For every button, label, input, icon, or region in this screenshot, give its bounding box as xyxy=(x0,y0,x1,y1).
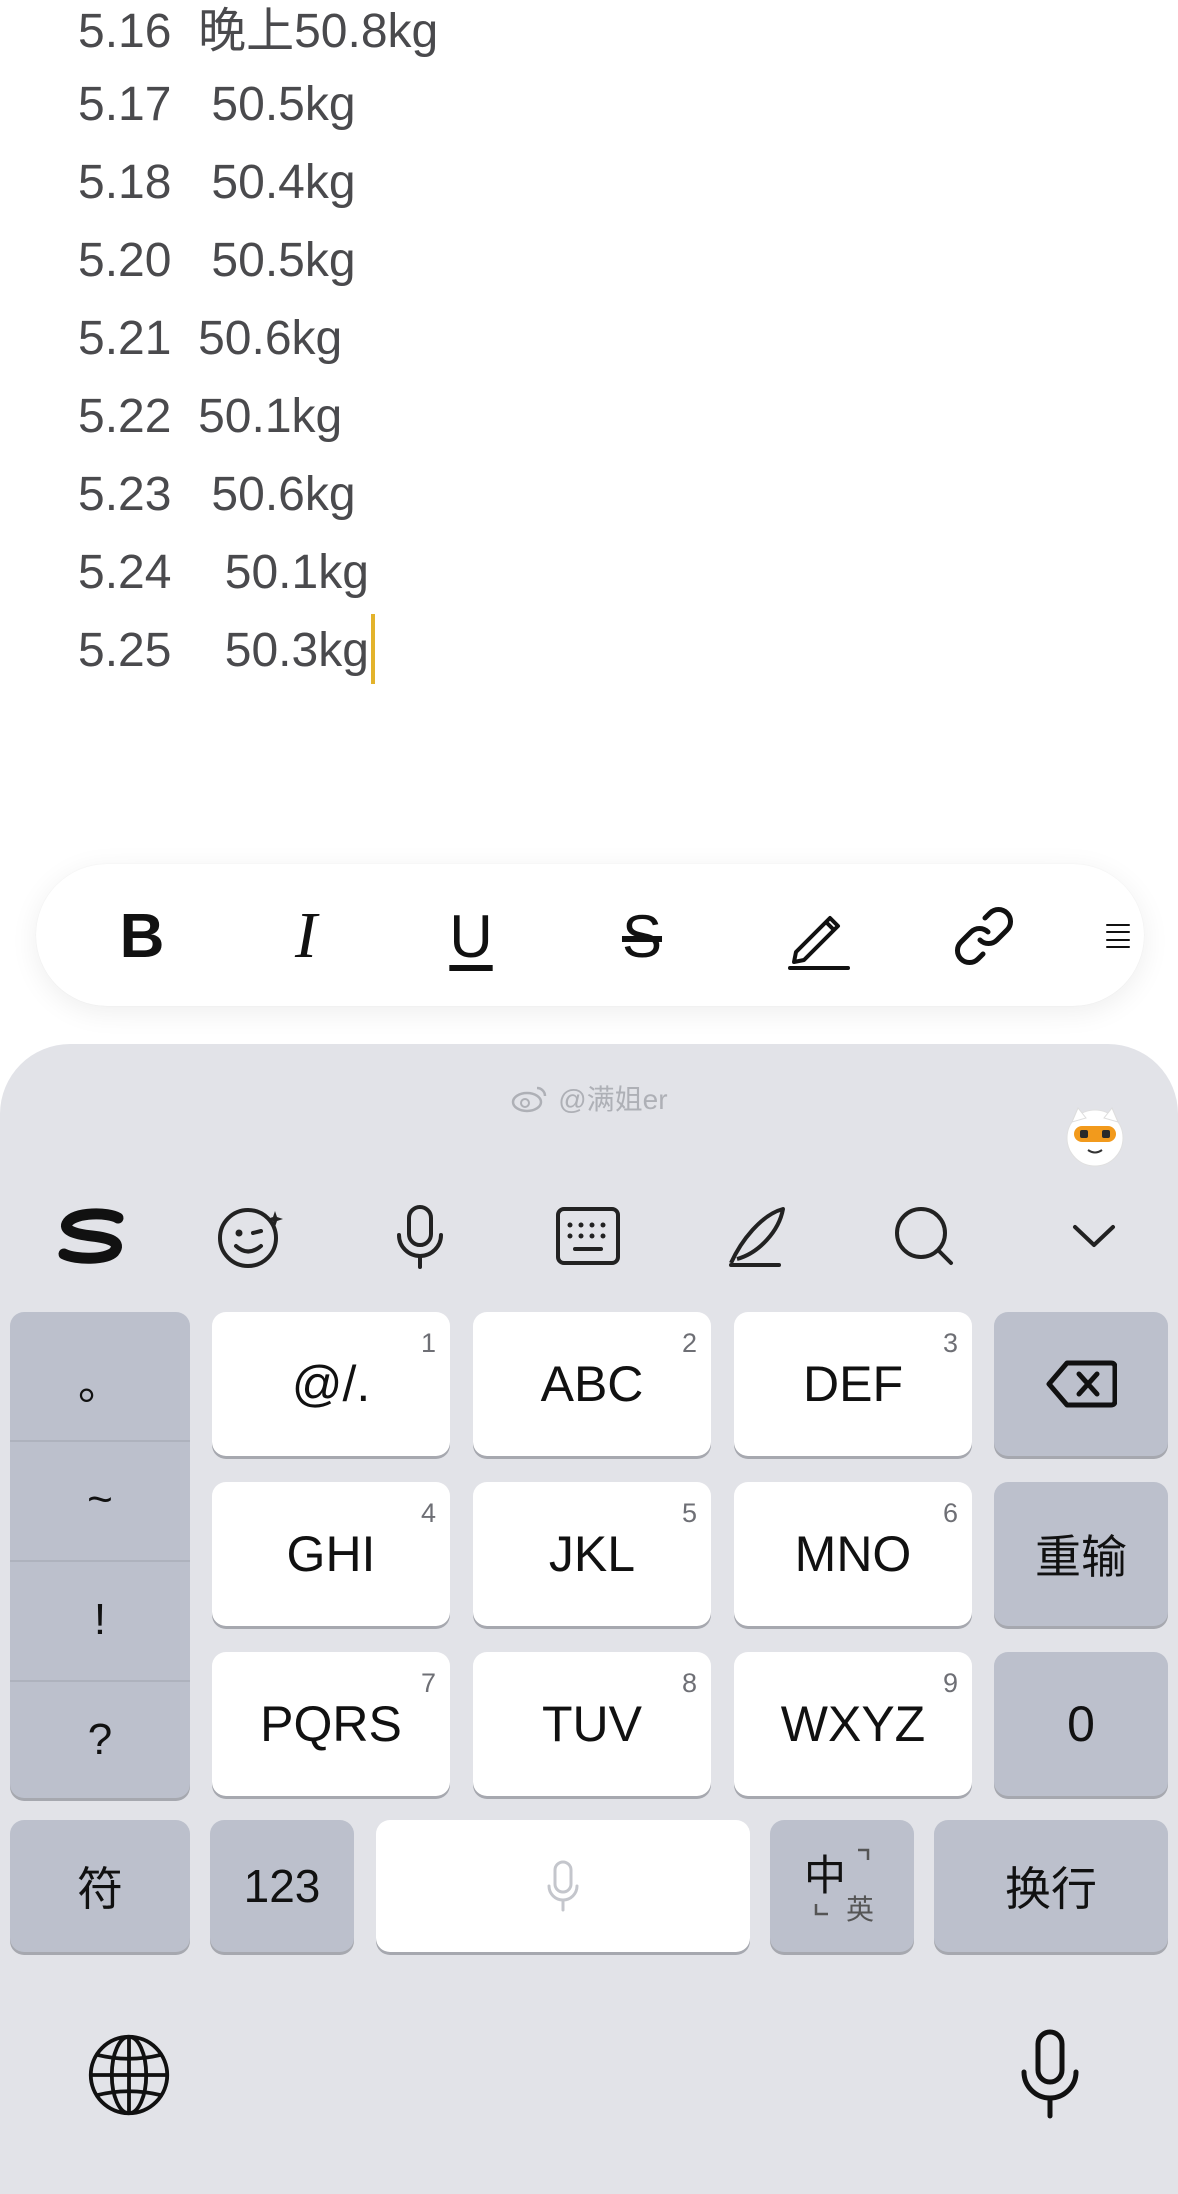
strikethrough-button[interactable]: S xyxy=(592,886,692,986)
dictation-button[interactable] xyxy=(1010,2026,1090,2122)
numbers-key[interactable]: 123 xyxy=(210,1820,354,1952)
backspace-key[interactable] xyxy=(994,1312,1168,1456)
watermark: @满姐er xyxy=(0,1078,1178,1118)
key-number: 3 xyxy=(942,1328,958,1358)
italic-button[interactable]: I xyxy=(256,886,356,986)
handwriting-button[interactable] xyxy=(716,1196,796,1276)
mascot-avatar[interactable] xyxy=(1062,1102,1128,1168)
key-3[interactable]: DEF 3 xyxy=(734,1312,972,1456)
key-1[interactable]: @/. 1 xyxy=(212,1312,450,1456)
strikethrough-icon: S xyxy=(621,902,663,970)
emoji-button[interactable] xyxy=(210,1196,290,1276)
list-icon xyxy=(1106,924,1130,948)
microphone-icon xyxy=(397,1205,443,1269)
search-icon xyxy=(895,1207,953,1265)
backspace-icon xyxy=(1046,1360,1117,1408)
key-label: GHI xyxy=(286,1526,376,1582)
punctuation-column: 。 ~ ! ? xyxy=(10,1312,190,1798)
note-line-active: 5.25 50.3kg xyxy=(78,612,1078,690)
key-7[interactable]: PQRS 7 xyxy=(212,1652,450,1796)
key-label: DEF xyxy=(803,1356,903,1412)
note-body[interactable]: 5.16 晚上50.8kg 5.17 50.5kg 5.18 50.4kg 5.… xyxy=(78,0,1078,690)
sogou-logo-button[interactable] xyxy=(42,1196,142,1276)
bold-icon: B xyxy=(119,901,165,971)
voice-input-button[interactable] xyxy=(380,1196,460,1276)
space-key[interactable] xyxy=(376,1820,750,1952)
link-button[interactable] xyxy=(934,886,1034,986)
key-number: 1 xyxy=(420,1328,436,1358)
key-label: @/. xyxy=(291,1356,371,1412)
key-9[interactable]: WXYZ 9 xyxy=(734,1652,972,1796)
key-label: TUV xyxy=(542,1696,642,1752)
punct-tilde-key[interactable]: ~ xyxy=(10,1440,190,1562)
sogou-logo-icon xyxy=(58,1208,124,1264)
language-switch-key[interactable]: 中 英 xyxy=(770,1820,914,1952)
note-line: 5.17 50.5kg xyxy=(78,78,356,131)
key-label: ABC xyxy=(540,1356,644,1412)
key-8[interactable]: TUV 8 xyxy=(473,1652,711,1796)
key-number: 2 xyxy=(681,1328,697,1358)
list-button[interactable] xyxy=(1076,886,1136,986)
symbols-key[interactable]: 符 xyxy=(10,1820,190,1952)
note-line: 5.21 50.6kg xyxy=(78,312,343,365)
key-label: WXYZ xyxy=(780,1696,926,1752)
globe-button[interactable] xyxy=(84,2030,174,2120)
zero-key[interactable]: 0 xyxy=(994,1652,1168,1796)
watermark-text: @满姐er xyxy=(558,1084,668,1115)
key-number: 7 xyxy=(420,1668,436,1698)
key-label: PQRS xyxy=(260,1696,402,1752)
note-line: 5.22 50.1kg xyxy=(78,390,343,443)
punct-period-key[interactable]: 。 xyxy=(10,1320,190,1442)
newline-key[interactable]: 换行 xyxy=(934,1820,1168,1952)
note-line-text: 5.25 50.3kg xyxy=(78,624,369,677)
note-line: 5.16 晚上50.8kg xyxy=(78,5,439,58)
key-label: JKL xyxy=(548,1526,636,1582)
punct-question-key[interactable]: ? xyxy=(10,1680,190,1800)
underline-button[interactable]: U xyxy=(421,886,521,986)
microphone-icon xyxy=(1021,2029,1079,2119)
microphone-icon xyxy=(547,1860,579,1912)
keyboard-icon xyxy=(556,1207,620,1265)
note-line: 5.18 50.4kg xyxy=(78,156,356,209)
underline-icon: U xyxy=(449,902,493,970)
key-4[interactable]: GHI 4 xyxy=(212,1482,450,1626)
reenter-key[interactable]: 重输 xyxy=(994,1482,1168,1626)
punct-exclamation-key[interactable]: ! xyxy=(10,1560,190,1682)
bold-button[interactable]: B xyxy=(92,886,192,986)
highlight-button[interactable] xyxy=(768,886,868,986)
key-label: MNO xyxy=(794,1526,912,1582)
globe-icon xyxy=(88,2034,170,2116)
key-2[interactable]: ABC 2 xyxy=(473,1312,711,1456)
key-number: 6 xyxy=(942,1498,958,1528)
format-toolbar: B I U S xyxy=(36,864,1144,1006)
collapse-keyboard-button[interactable] xyxy=(1054,1196,1134,1276)
smiley-icon xyxy=(218,1208,283,1268)
key-number: 9 xyxy=(942,1668,958,1698)
italic-icon: I xyxy=(295,899,317,972)
chevron-down-icon xyxy=(1073,1225,1115,1247)
note-line: 5.23 50.6kg xyxy=(78,468,356,521)
text-cursor xyxy=(370,614,375,685)
key-number: 8 xyxy=(681,1668,697,1698)
key-6[interactable]: MNO 6 xyxy=(734,1482,972,1626)
highlighter-pen-icon xyxy=(788,916,850,970)
note-line: 5.20 50.5kg xyxy=(78,234,356,287)
note-line: 5.24 50.1kg xyxy=(78,546,369,599)
keyboard-layout-button[interactable] xyxy=(548,1196,628,1276)
search-button[interactable] xyxy=(884,1196,964,1276)
key-number: 4 xyxy=(420,1498,436,1528)
language-switch-bracket-icon xyxy=(814,1848,870,1916)
key-5[interactable]: JKL 5 xyxy=(473,1482,711,1626)
key-number: 5 xyxy=(681,1498,697,1528)
link-icon xyxy=(955,907,1013,965)
quill-pen-icon xyxy=(729,1207,785,1267)
weibo-icon xyxy=(512,1086,547,1113)
mascot-icon xyxy=(1066,1107,1124,1167)
